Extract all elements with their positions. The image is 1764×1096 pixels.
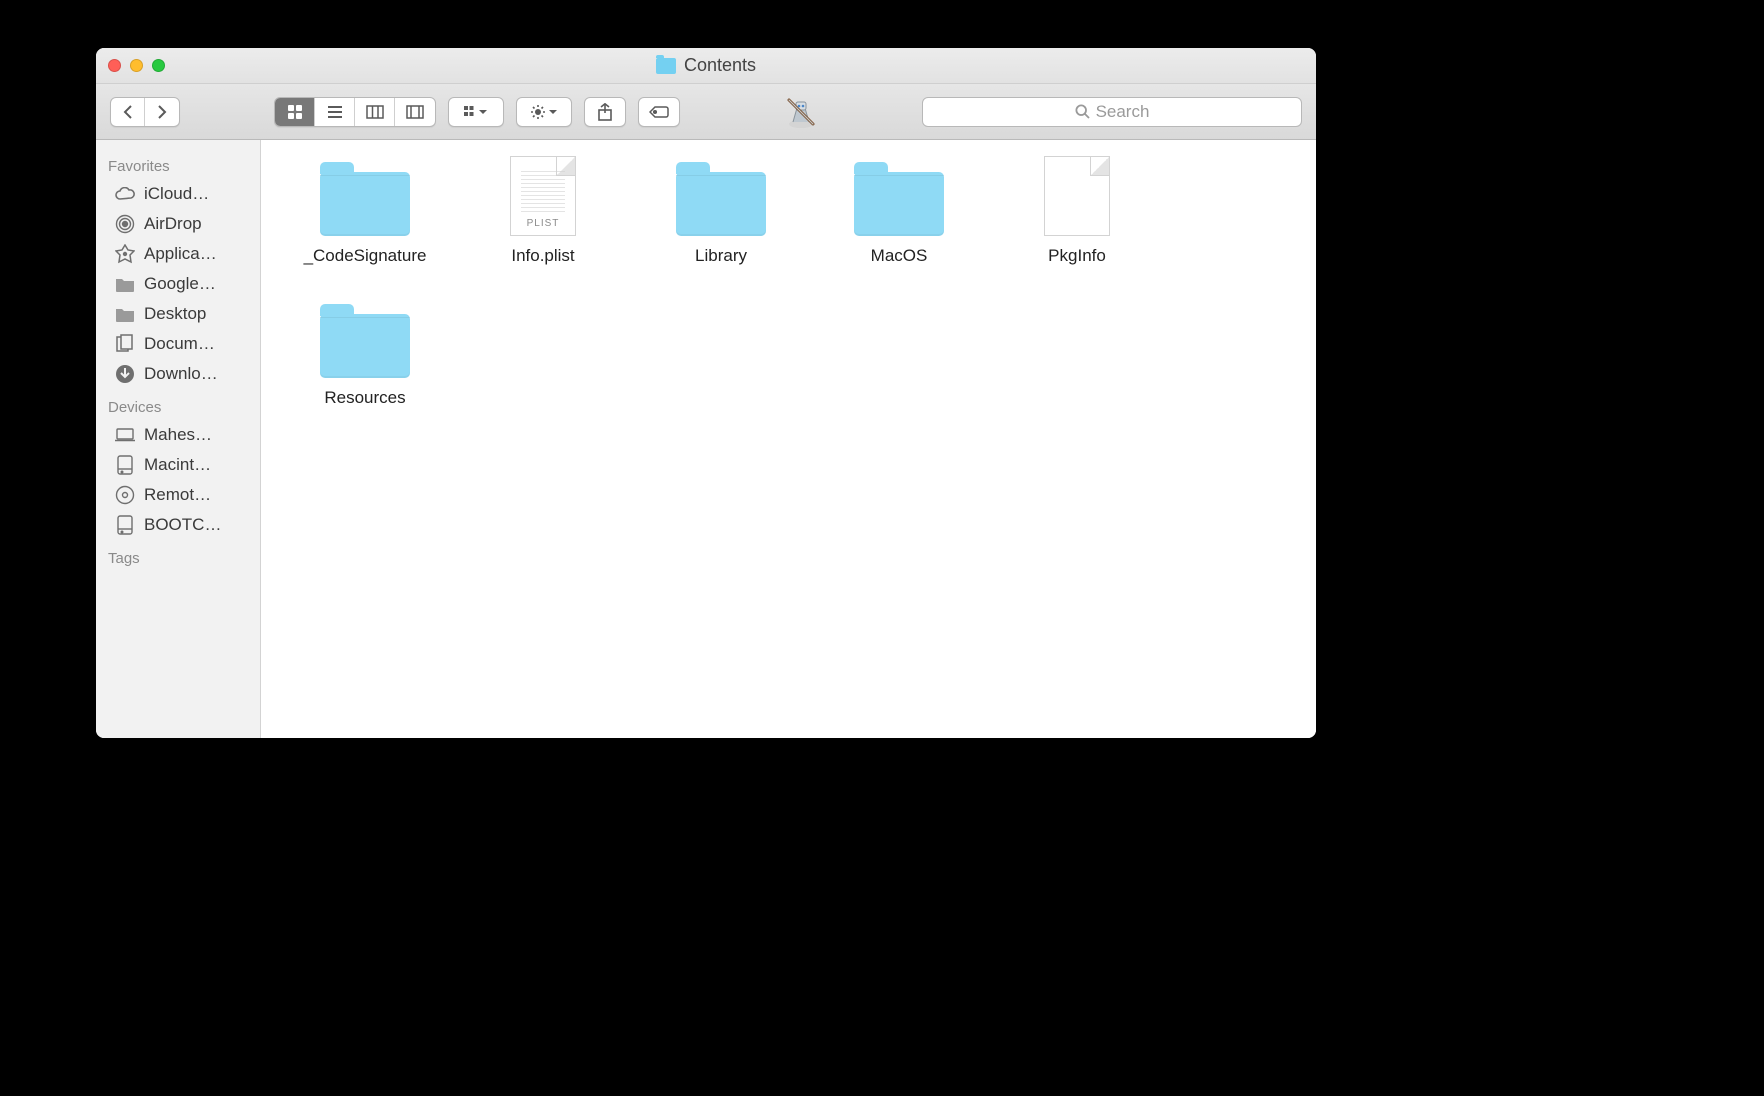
disc-icon: [114, 485, 136, 505]
sidebar-item-desktop[interactable]: Desktop: [96, 299, 260, 329]
view-list-button[interactable]: [315, 98, 355, 126]
search-icon: [1075, 104, 1090, 119]
nav-back-forward: [110, 97, 180, 127]
share-button[interactable]: [585, 98, 625, 126]
action-segment: [516, 97, 572, 127]
tags-button[interactable]: [639, 98, 679, 126]
titlebar: Contents: [96, 48, 1316, 84]
item-label: Library: [695, 246, 747, 266]
item-codesignature[interactable]: _CodeSignature: [277, 158, 453, 266]
sidebar-item-airdrop[interactable]: AirDrop: [96, 209, 260, 239]
sidebar-header-devices: Devices: [96, 389, 260, 420]
action-button[interactable]: [517, 98, 571, 126]
sidebar-item-label: Macint…: [144, 455, 248, 475]
sidebar-item-label: Desktop: [144, 304, 248, 324]
arrange-segment: [448, 97, 504, 127]
sidebar-item-laptop[interactable]: Mahes…: [96, 420, 260, 450]
folder-icon: [656, 58, 676, 74]
icon-grid: _CodeSignature PLIST Info.plist Library: [277, 158, 1300, 408]
view-icon-button[interactable]: [275, 98, 315, 126]
sidebar-item-applications[interactable]: Applica…: [96, 239, 260, 269]
window-title: Contents: [96, 55, 1316, 76]
sidebar-item-label: Applica…: [144, 244, 248, 264]
file-icon: [1044, 156, 1110, 236]
sidebar-item-bootcamp[interactable]: BOOTC…: [96, 510, 260, 540]
folder-icon: [320, 172, 410, 236]
window-title-text: Contents: [684, 55, 756, 76]
item-macos[interactable]: MacOS: [811, 158, 987, 266]
item-label: PkgInfo: [1048, 246, 1106, 266]
view-mode-segment: [274, 97, 436, 127]
sidebar-item-label: iCloud…: [144, 184, 248, 204]
item-resources[interactable]: Resources: [277, 300, 453, 408]
toolbar: Search: [96, 84, 1316, 140]
arrange-button[interactable]: [449, 98, 503, 126]
sidebar-item-documents[interactable]: Docum…: [96, 329, 260, 359]
sidebar-item-label: Downlo…: [144, 364, 248, 384]
file-badge: PLIST: [527, 218, 560, 229]
cloud-icon: [114, 184, 136, 204]
sidebar-item-label: AirDrop: [144, 214, 248, 234]
sidebar-item-label: BOOTC…: [144, 515, 248, 535]
hdd-icon: [114, 455, 136, 475]
sidebar-item-label: Remot…: [144, 485, 248, 505]
sidebar-item-label: Google…: [144, 274, 248, 294]
hdd-icon: [114, 515, 136, 535]
maximize-button[interactable]: [152, 59, 165, 72]
sidebar-item-google[interactable]: Google…: [96, 269, 260, 299]
view-columns-button[interactable]: [355, 98, 395, 126]
finder-window: Contents: [96, 48, 1316, 738]
item-pkginfo[interactable]: PkgInfo: [989, 158, 1165, 266]
view-gallery-button[interactable]: [395, 98, 435, 126]
search-field[interactable]: Search: [922, 97, 1302, 127]
sidebar-item-label: Docum…: [144, 334, 248, 354]
automator-icon[interactable]: [781, 92, 821, 132]
sidebar-header-favorites: Favorites: [96, 148, 260, 179]
download-icon: [114, 364, 136, 384]
sidebar-item-icloud[interactable]: iCloud…: [96, 179, 260, 209]
desktop-icon: [114, 304, 136, 324]
item-label: Resources: [324, 388, 405, 408]
item-library[interactable]: Library: [633, 158, 809, 266]
close-button[interactable]: [108, 59, 121, 72]
folder-icon: [114, 274, 136, 294]
minimize-button[interactable]: [130, 59, 143, 72]
item-label: _CodeSignature: [304, 246, 427, 266]
item-label: MacOS: [871, 246, 928, 266]
search-placeholder: Search: [1096, 102, 1150, 122]
sidebar: Favorites iCloud… AirDrop Applica…: [96, 140, 261, 738]
item-info-plist[interactable]: PLIST Info.plist: [455, 158, 631, 266]
laptop-icon: [114, 425, 136, 445]
sidebar-item-label: Mahes…: [144, 425, 248, 445]
item-label: Info.plist: [511, 246, 574, 266]
content-area: _CodeSignature PLIST Info.plist Library: [261, 140, 1316, 738]
plist-file-icon: PLIST: [510, 156, 576, 236]
sidebar-item-remote-disc[interactable]: Remot…: [96, 480, 260, 510]
folder-icon: [676, 172, 766, 236]
sidebar-header-tags: Tags: [96, 540, 260, 571]
airdrop-icon: [114, 214, 136, 234]
tags-segment: [638, 97, 680, 127]
documents-icon: [114, 334, 136, 354]
share-segment: [584, 97, 626, 127]
folder-icon: [854, 172, 944, 236]
sidebar-item-macintosh-hd[interactable]: Macint…: [96, 450, 260, 480]
applications-icon: [114, 244, 136, 264]
folder-icon: [320, 314, 410, 378]
forward-button[interactable]: [145, 98, 179, 126]
window-controls: [108, 59, 165, 72]
back-button[interactable]: [111, 98, 145, 126]
sidebar-item-downloads[interactable]: Downlo…: [96, 359, 260, 389]
